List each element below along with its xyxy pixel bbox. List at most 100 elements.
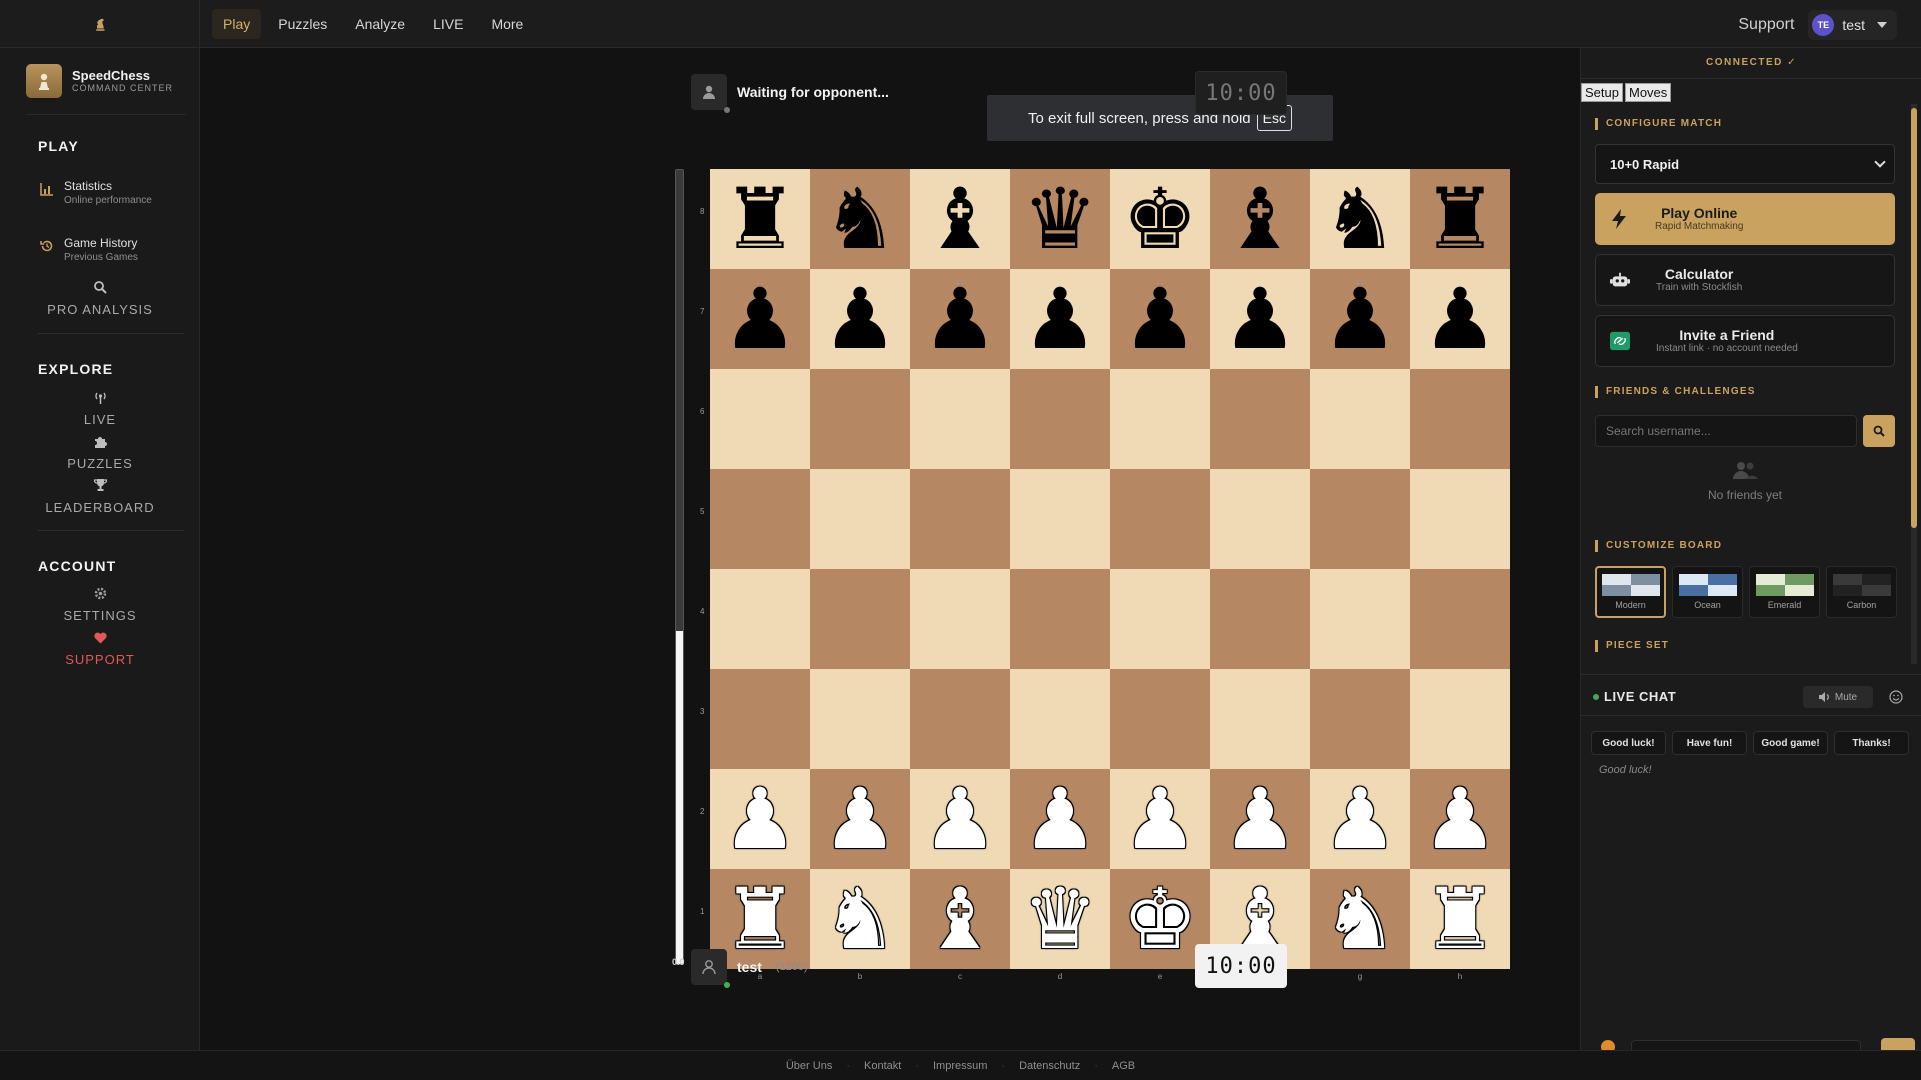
square-g8[interactable]: ♞ (1310, 169, 1410, 269)
square-b7[interactable]: ♟ (810, 269, 910, 369)
theme-modern[interactable]: Modern (1595, 566, 1666, 618)
tab-setup[interactable]: Setup (1581, 83, 1623, 102)
white-king-icon[interactable]: ♚ (1122, 869, 1197, 969)
square-a6[interactable] (710, 369, 810, 469)
play-online-button[interactable]: Play Online Rapid Matchmaking (1595, 193, 1895, 245)
square-e6[interactable] (1110, 369, 1210, 469)
square-e2[interactable]: ♟ (1110, 769, 1210, 869)
nav-live[interactable]: LIVE (422, 9, 474, 39)
black-rook-icon[interactable]: ♜ (722, 169, 797, 269)
white-pawn-icon[interactable]: ♟ (1222, 769, 1297, 869)
black-bishop-icon[interactable]: ♝ (922, 169, 997, 269)
square-f8[interactable]: ♝ (1210, 169, 1310, 269)
sidebar-item-statistics[interactable]: Statistics Online performance (40, 178, 152, 207)
theme-emerald[interactable]: Emerald (1749, 566, 1820, 618)
black-bishop-icon[interactable]: ♝ (1222, 169, 1297, 269)
footer-link[interactable]: AGB (1112, 1060, 1135, 1072)
square-d7[interactable]: ♟ (1010, 269, 1110, 369)
square-b4[interactable] (810, 569, 910, 669)
square-b8[interactable]: ♞ (810, 169, 910, 269)
square-f7[interactable]: ♟ (1210, 269, 1310, 369)
square-c8[interactable]: ♝ (910, 169, 1010, 269)
chess-board[interactable]: ♜ ♞ ♝ ♛ ♚ ♝ ♞ ♜ ♟ ♟ ♟ ♟ ♟ ♟ ♟ ♟ ♟ ♟ ♟ ♟ ♟ ♟ ♟ ♟ ♜ ♞ ♝ ♛ ♚ ♝ ♞ ♜ (710, 169, 1510, 969)
square-h2[interactable]: ♟ (1410, 769, 1510, 869)
square-b2[interactable]: ♟ (810, 769, 910, 869)
square-a8[interactable]: ♜ (710, 169, 810, 269)
square-h8[interactable]: ♜ (1410, 169, 1510, 269)
square-h7[interactable]: ♟ (1410, 269, 1510, 369)
white-knight-icon[interactable]: ♞ (822, 869, 897, 969)
square-g2[interactable]: ♟ (1310, 769, 1410, 869)
black-pawn-icon[interactable]: ♟ (922, 269, 997, 369)
friend-search-button[interactable] (1863, 415, 1895, 447)
square-a4[interactable] (710, 569, 810, 669)
square-g3[interactable] (1310, 669, 1410, 769)
square-f6[interactable] (1210, 369, 1310, 469)
square-a7[interactable]: ♟ (710, 269, 810, 369)
sidebar-item-settings[interactable]: SETTINGS (0, 586, 200, 623)
square-c1[interactable]: ♝ (910, 869, 1010, 969)
white-pawn-icon[interactable]: ♟ (1422, 769, 1497, 869)
black-pawn-icon[interactable]: ♟ (822, 269, 897, 369)
square-d6[interactable] (1010, 369, 1110, 469)
scrollbar-thumb[interactable] (1911, 108, 1917, 528)
sidebar-item-leaderboard[interactable]: LEADERBOARD (0, 478, 200, 515)
black-knight-icon[interactable]: ♞ (822, 169, 897, 269)
sidebar-item-game-history[interactable]: Game History Previous Games (40, 235, 138, 264)
white-pawn-icon[interactable]: ♟ (1122, 769, 1197, 869)
chat-mute-button[interactable]: Mute (1803, 686, 1873, 708)
square-a2[interactable]: ♟ (710, 769, 810, 869)
white-pawn-icon[interactable]: ♟ (822, 769, 897, 869)
tab-moves[interactable]: Moves (1624, 83, 1672, 102)
black-pawn-icon[interactable]: ♟ (1022, 269, 1097, 369)
theme-carbon[interactable]: Carbon (1826, 566, 1897, 618)
square-b3[interactable] (810, 669, 910, 769)
footer-link[interactable]: Kontakt (864, 1060, 901, 1072)
square-a5[interactable] (710, 469, 810, 569)
square-e4[interactable] (1110, 569, 1210, 669)
black-knight-icon[interactable]: ♞ (1322, 169, 1397, 269)
time-control-select[interactable]: 10+0 Rapid (1595, 144, 1895, 184)
white-queen-icon[interactable]: ♛ (1022, 869, 1097, 969)
support-link[interactable]: Support (1738, 16, 1794, 34)
square-b1[interactable]: ♞ (810, 869, 910, 969)
white-bishop-icon[interactable]: ♝ (922, 869, 997, 969)
panel-scrollbar[interactable] (1911, 104, 1917, 664)
square-d8[interactable]: ♛ (1010, 169, 1110, 269)
square-c2[interactable]: ♟ (910, 769, 1010, 869)
sidebar-item-live[interactable]: LIVE (0, 390, 200, 427)
black-pawn-icon[interactable]: ♟ (1222, 269, 1297, 369)
black-rook-icon[interactable]: ♜ (1422, 169, 1497, 269)
square-h4[interactable] (1410, 569, 1510, 669)
square-f5[interactable] (1210, 469, 1310, 569)
nav-puzzles[interactable]: Puzzles (267, 9, 338, 39)
home-logo[interactable] (0, 0, 200, 48)
square-c7[interactable]: ♟ (910, 269, 1010, 369)
footer-link[interactable]: Datenschutz (1019, 1060, 1080, 1072)
white-pawn-icon[interactable]: ♟ (1322, 769, 1397, 869)
square-g1[interactable]: ♞ (1310, 869, 1410, 969)
quick-reply-button[interactable]: Good luck! (1591, 731, 1666, 755)
square-f4[interactable] (1210, 569, 1310, 669)
quick-reply-button[interactable]: Thanks! (1834, 731, 1909, 755)
user-menu[interactable]: TE test (1808, 10, 1897, 40)
square-e8[interactable]: ♚ (1110, 169, 1210, 269)
square-d2[interactable]: ♟ (1010, 769, 1110, 869)
square-b5[interactable] (810, 469, 910, 569)
square-h5[interactable] (1410, 469, 1510, 569)
square-c4[interactable] (910, 569, 1010, 669)
footer-link[interactable]: Impressum (933, 1060, 987, 1072)
black-pawn-icon[interactable]: ♟ (1322, 269, 1397, 369)
friend-search-input[interactable] (1595, 415, 1857, 447)
square-b6[interactable] (810, 369, 910, 469)
theme-ocean[interactable]: Ocean (1672, 566, 1743, 618)
square-g7[interactable]: ♟ (1310, 269, 1410, 369)
square-d4[interactable] (1010, 569, 1110, 669)
square-g5[interactable] (1310, 469, 1410, 569)
nav-play[interactable]: Play (212, 9, 262, 39)
calculator-button[interactable]: Calculator Train with Stockfish (1595, 254, 1895, 306)
square-e3[interactable] (1110, 669, 1210, 769)
square-c6[interactable] (910, 369, 1010, 469)
white-pawn-icon[interactable]: ♟ (922, 769, 997, 869)
sidebar-item-support[interactable]: SUPPORT (0, 630, 200, 667)
